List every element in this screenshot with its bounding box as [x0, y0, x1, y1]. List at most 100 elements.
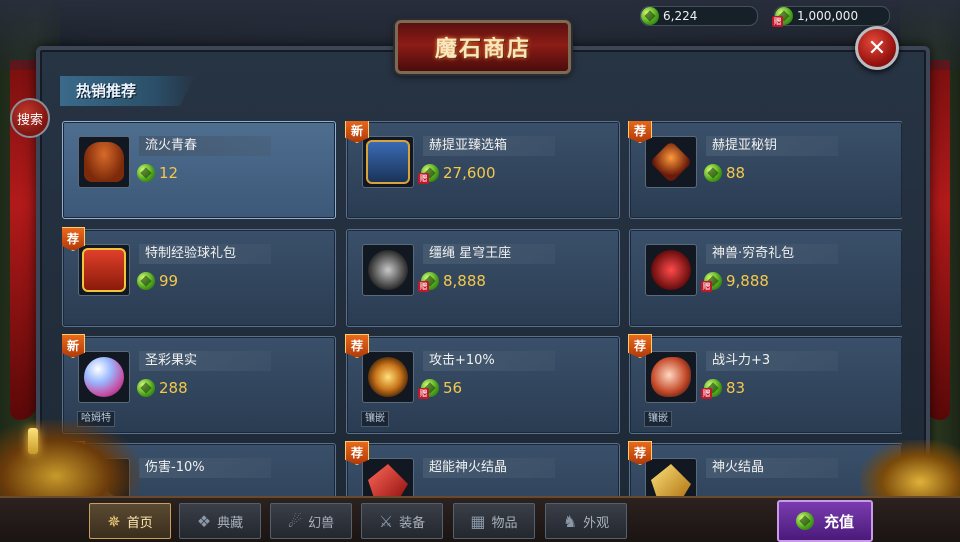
item-price-value: 288 [159, 379, 188, 397]
item-name: 超能神火结晶 [423, 458, 555, 478]
item-icon-box [78, 136, 130, 188]
treasure-pile-right [860, 440, 960, 500]
gem-icon [137, 379, 155, 397]
search-label: 搜索 [16, 112, 43, 128]
item-price-value: 8,888 [443, 272, 486, 290]
shop-item-card[interactable]: 赫提亚臻选箱27,600新 [345, 121, 620, 219]
gem-balance-value: 6,224 [663, 9, 698, 23]
item-name: 特制经验球礼包 [139, 244, 271, 264]
item-icon-box [645, 244, 697, 296]
nav-tab-label: 外观 [583, 515, 610, 531]
item-price: 12 [137, 164, 178, 182]
item-icon-box [362, 351, 414, 403]
item-icon-box [362, 136, 414, 188]
nav-tab-label: 物品 [491, 515, 518, 531]
item-name: 赫提亚臻选箱 [423, 136, 555, 156]
item-name: 攻击+10% [423, 351, 555, 371]
item-name: 流火青春 [139, 136, 271, 156]
item-name: 圣彩果实 [139, 351, 271, 371]
item-price: 9,888 [701, 272, 769, 292]
stone-icon [651, 357, 691, 397]
item-price: 99 [137, 272, 178, 290]
gem-icon [704, 164, 722, 182]
bound-gem-balance: 1,000,000 [772, 6, 890, 27]
item-name: 伤害-10% [139, 458, 271, 478]
beast-nav-icon: ☄ [287, 511, 303, 531]
shop-item-card[interactable]: 攻击+10%56荐镶嵌 [345, 334, 620, 434]
gem-icon [795, 512, 814, 530]
bound-gem-icon [772, 7, 793, 27]
item-name: 神火结晶 [706, 458, 838, 478]
item-name: 赫提亚秘钥 [706, 136, 838, 156]
mount-icon [368, 250, 408, 290]
item-price: 88 [704, 164, 745, 182]
nav-tab-1[interactable]: ✵ 首页 [89, 503, 171, 539]
item-icon-box [645, 458, 697, 501]
shop-item-card[interactable]: 超能神火结晶荐 [345, 441, 620, 501]
shop-item-card[interactable]: 赫提亚秘钥 88 荐 [628, 121, 902, 219]
item-price-value: 12 [159, 164, 179, 182]
bound-gem-icon [418, 379, 439, 399]
shop-title: 魔石商店 [434, 36, 531, 62]
nav-tab-label: 首页 [126, 515, 153, 531]
item-grid: 流火青春12赫提亚臻选箱27,600新赫提亚秘钥88荐特制经验球礼包99荐缰绳 … [62, 121, 902, 501]
gem-icon [641, 7, 659, 25]
section-title: 热销推荐 [76, 82, 137, 100]
nav-tab-6[interactable]: ♞ 外观 [545, 503, 627, 539]
nav-tab-label: 装备 [399, 515, 426, 531]
item-icon-box [362, 458, 414, 501]
item-icon-box [78, 351, 130, 403]
item-name: 缰绳 星穹王座 [423, 244, 555, 264]
item-name: 神兽·穷奇礼包 [706, 244, 838, 264]
gift-pack-icon [82, 248, 126, 292]
key-icon [649, 140, 693, 184]
bound-gem-icon [701, 379, 722, 399]
item-price: 8,888 [418, 272, 486, 292]
collection-icon: ❖ [196, 511, 212, 531]
beast-icon [651, 250, 691, 290]
recharge-button[interactable]: 充值 [777, 500, 873, 542]
item-sub-label: 镶嵌 [361, 411, 389, 427]
candle-icon [28, 428, 38, 454]
bound-gem-icon [418, 164, 439, 184]
bound-gem-balance-value: 1,000,000 [797, 9, 859, 23]
nav-tab-label: 典藏 [217, 515, 244, 531]
item-name: 战斗力+3 [706, 351, 838, 371]
shop-item-card[interactable]: 流火青春 12 [62, 121, 336, 219]
shop-item-card[interactable]: 缰绳 星穹王座 8,888 [346, 229, 620, 327]
item-price: 27,600 [418, 164, 496, 184]
item-price-value: 56 [443, 379, 463, 397]
nav-tab-3[interactable]: ☄ 幻兽 [270, 503, 352, 539]
gem-icon [137, 272, 155, 290]
item-price: 56 [418, 379, 463, 399]
search-button[interactable]: 搜索 [10, 98, 50, 138]
close-icon: ✕ [867, 35, 887, 61]
section-header-hot: 热销推荐 [60, 76, 196, 106]
item-price-value: 9,888 [726, 272, 769, 290]
equipment-icon: ⚔ [378, 511, 394, 531]
close-button[interactable]: ✕ [855, 26, 899, 70]
item-sub-label: 镶嵌 [644, 411, 672, 427]
item-price-value: 99 [159, 272, 179, 290]
shop-item-card[interactable]: 战斗力+383荐镶嵌 [628, 334, 902, 434]
chest-icon [366, 140, 410, 184]
items-icon: ▦ [470, 511, 486, 531]
shop-item-card[interactable]: 特制经验球礼包 99 荐 [62, 227, 336, 327]
item-price-value: 88 [726, 164, 746, 182]
nav-tab-5[interactable]: ▦ 物品 [453, 503, 535, 539]
fruit-icon [84, 357, 124, 397]
shop-item-card[interactable]: 神兽·穷奇礼包 9,888 [629, 229, 902, 327]
nav-tab-2[interactable]: ❖ 典藏 [179, 503, 261, 539]
appearance-icon: ♞ [562, 511, 578, 531]
nav-tab-4[interactable]: ⚔ 装备 [361, 503, 443, 539]
compass-icon: ✵ [107, 511, 121, 531]
hair-icon [84, 142, 124, 182]
gem-icon [137, 164, 155, 182]
treasure-pile-left [0, 420, 140, 500]
item-icon-box [362, 244, 414, 296]
recharge-label: 充值 [823, 512, 854, 531]
bound-gem-icon [701, 272, 722, 292]
item-price: 288 [137, 379, 188, 397]
item-price-value: 27,600 [443, 164, 496, 182]
item-price-value: 83 [726, 379, 746, 397]
